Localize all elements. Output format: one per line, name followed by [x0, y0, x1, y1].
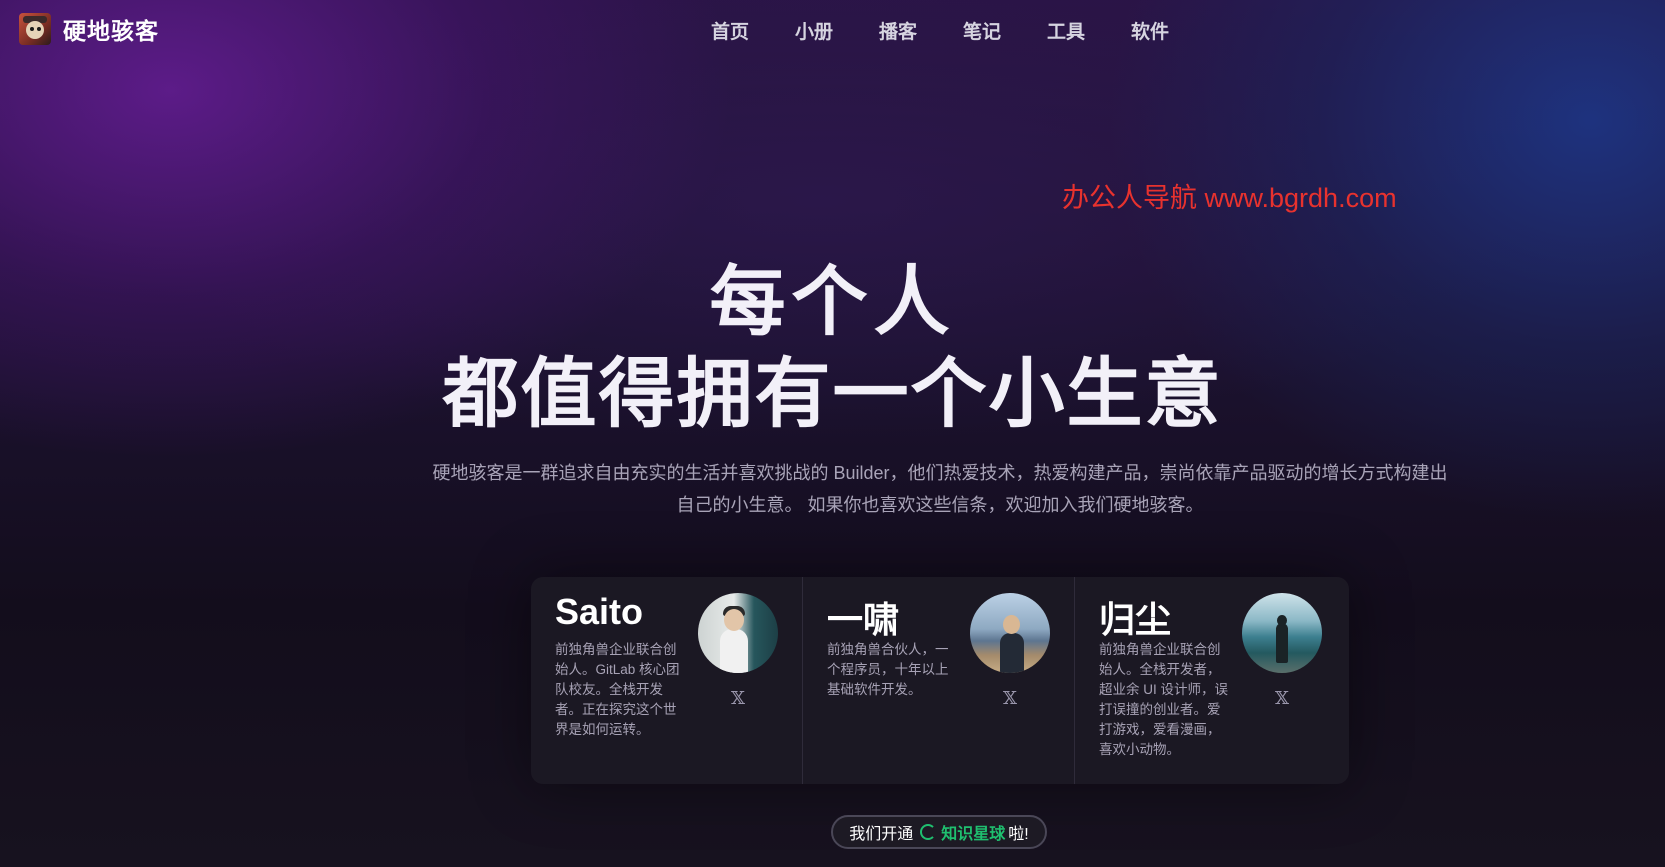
site-header: 硬地骇客 首页 小册 播客 笔记 工具 软件: [0, 0, 1665, 60]
spinner-icon: [920, 824, 937, 840]
nav-notes[interactable]: 笔记: [963, 17, 1047, 44]
cta-suffix: 啦!: [1008, 826, 1029, 843]
knowledge-planet-cta[interactable]: 我们开通 知识星球 啦!: [831, 815, 1047, 849]
cta-prefix: 我们开通: [849, 826, 914, 843]
x-logo-icon[interactable]: 𝕏: [1000, 689, 1020, 709]
nav-booklets[interactable]: 小册: [795, 17, 879, 44]
main-nav: 首页 小册 播客 笔记 工具 软件: [711, 17, 1215, 44]
member-name: 归尘: [1099, 599, 1172, 640]
member-bio: 前独角兽合伙人，一个程序员，十年以上基础软件开发。: [827, 642, 949, 697]
nav-tools[interactable]: 工具: [1047, 17, 1131, 44]
hero-description-line1: 硬地骇客是一群追求自由充实的生活并喜欢挑战的 Builder，他们热爱技术，热爱…: [432, 463, 1448, 483]
member-card: Saito 前独角兽企业联合创始人。GitLab 核心团队校友。全栈开发者。正在…: [531, 577, 803, 784]
member-card: 一啸 前独角兽合伙人，一个程序员，十年以上基础软件开发。 𝕏: [803, 577, 1075, 784]
hero-title-line1: 每个人: [709, 257, 956, 346]
member-bio: 前独角兽企业联合创始人。GitLab 核心团队校友。全栈开发者。正在探究这个世界…: [555, 642, 680, 737]
nav-software[interactable]: 软件: [1131, 17, 1215, 44]
member-cards: Saito 前独角兽企业联合创始人。GitLab 核心团队校友。全栈开发者。正在…: [531, 577, 1349, 784]
nav-podcast[interactable]: 播客: [879, 17, 963, 44]
member-bio: 前独角兽企业联合创始人。全栈开发者，超业余 UI 设计师，误打误撞的创业者。爱打…: [1099, 642, 1229, 757]
watermark-text: 办公人导航 www.bgrdh.com: [1062, 183, 1397, 213]
member-card: 归尘 前独角兽企业联合创始人。全栈开发者，超业余 UI 设计师，误打误撞的创业者…: [1075, 577, 1347, 784]
hero-description: 硬地骇客是一群追求自由充实的生活并喜欢挑战的 Builder，他们热爱技术，热爱…: [420, 457, 1460, 521]
member-name: Saito: [555, 591, 644, 632]
x-logo-icon[interactable]: 𝕏: [728, 689, 748, 709]
cta-highlight: 知识星球: [941, 826, 1006, 843]
avatar: [970, 593, 1050, 673]
brand-logo-link[interactable]: 硬地骇客: [19, 12, 159, 46]
avatar: [698, 593, 778, 673]
hero-title-line2: 都值得拥有一个小生意: [442, 349, 1223, 438]
member-name: 一啸: [827, 599, 900, 640]
hero-title: 每个人 都值得拥有一个小生意: [0, 256, 1665, 440]
avatar: [1242, 593, 1322, 673]
brand-name: 硬地骇客: [63, 18, 159, 44]
logo-icon: [19, 13, 51, 45]
x-logo-icon[interactable]: 𝕏: [1272, 689, 1292, 709]
hero-description-line2: 自己的小生意。 如果你也喜欢这些信条，欢迎加入我们硬地骇客。: [676, 495, 1204, 515]
nav-home[interactable]: 首页: [711, 17, 795, 44]
